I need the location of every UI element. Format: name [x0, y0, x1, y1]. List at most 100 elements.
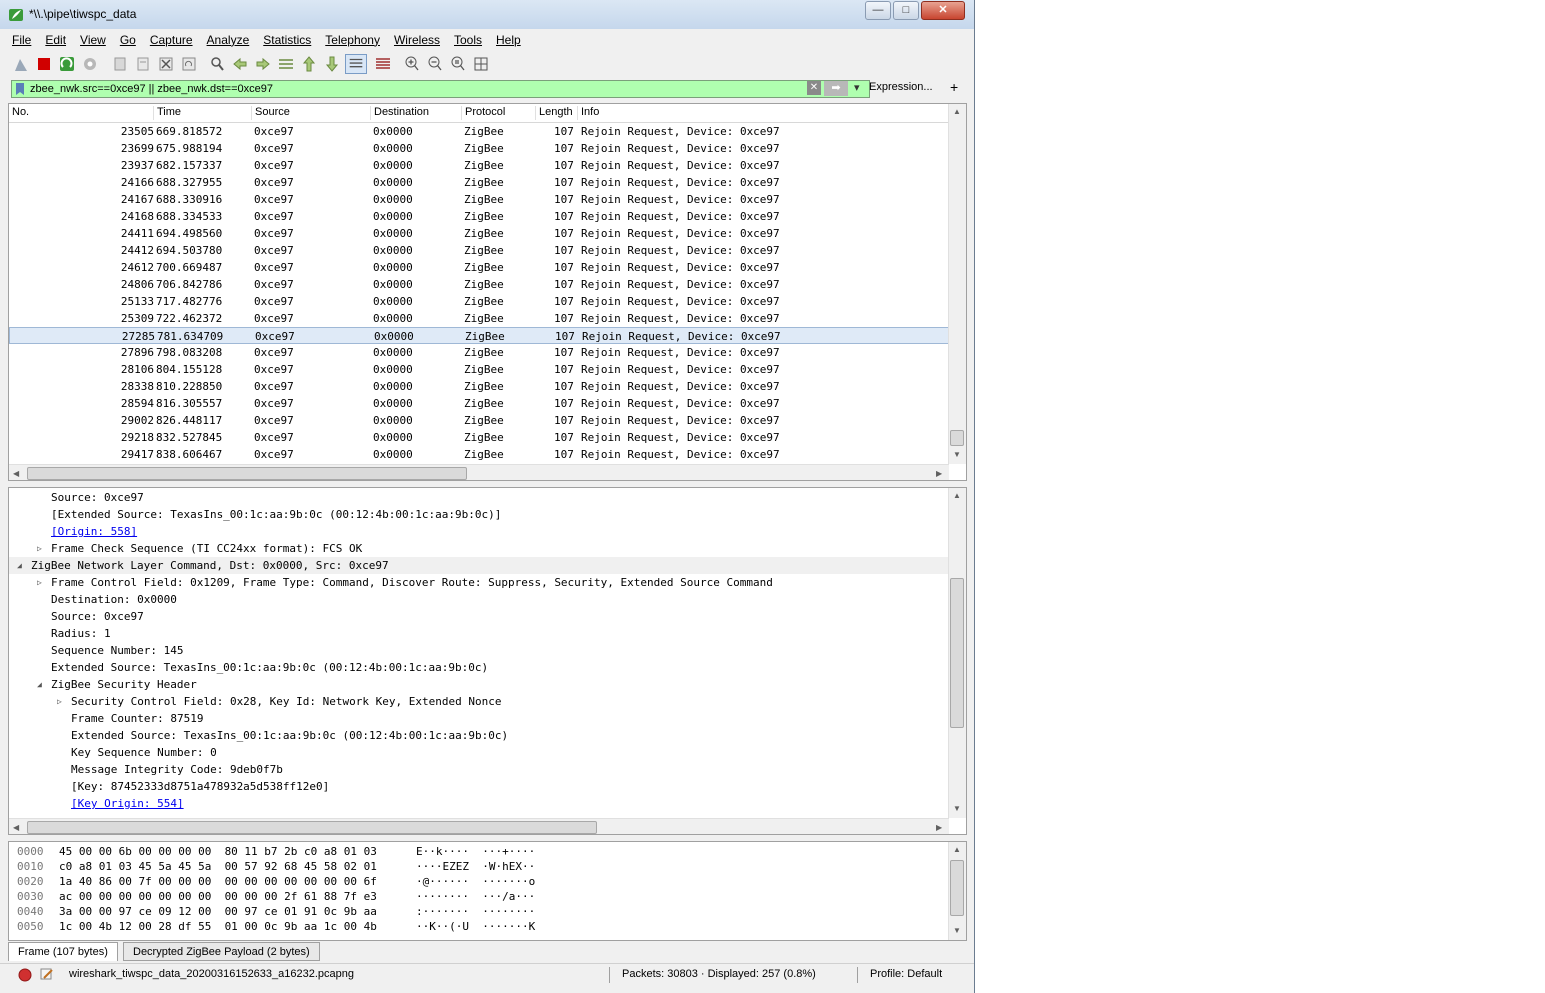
packet-row[interactable]: 29002 826.448117 0xce97 0x0000 ZigBee 107 Rejo…	[9, 412, 949, 429]
packet-row[interactable]: 28594 816.305557 0xce97 0x0000 ZigBee 107 Rejo…	[9, 395, 949, 412]
column-header-info[interactable]: Info	[578, 106, 948, 120]
detail-tree-item[interactable]: Sequence Number: 145	[9, 642, 949, 659]
clear-filter-icon[interactable]: ✕	[807, 81, 821, 95]
menu-capture[interactable]: Capture	[146, 31, 197, 49]
menu-file[interactable]: File	[8, 31, 35, 49]
add-filter-button[interactable]: +	[950, 79, 958, 95]
detail-tree-item[interactable]: Radius: 1	[9, 625, 949, 642]
last-packet-icon[interactable]	[323, 55, 341, 73]
packet-row[interactable]: 23505 669.818572 0xce97 0x0000 ZigBee 107 Rejo…	[9, 123, 949, 140]
scroll-down-icon[interactable]: ▼	[953, 450, 961, 459]
packet-list-hscroll[interactable]: ◀ ▶	[9, 464, 949, 480]
packet-row[interactable]: 24167 688.330916 0xce97 0x0000 ZigBee 107 Rejo…	[9, 191, 949, 208]
shark-fin-start-icon[interactable]	[12, 55, 30, 73]
stop-capture-icon[interactable]	[35, 55, 53, 73]
menu-edit[interactable]: Edit	[41, 31, 70, 49]
open-file-icon[interactable]	[111, 55, 129, 73]
packet-row[interactable]: 25309 722.462372 0xce97 0x0000 ZigBee 107 Rejo…	[9, 310, 949, 327]
go-to-packet-icon[interactable]	[277, 55, 295, 73]
collapse-arrow-icon[interactable]: ◢	[17, 557, 22, 574]
packet-row[interactable]: 24412 694.503780 0xce97 0x0000 ZigBee 107 Rejo…	[9, 242, 949, 259]
zoom-out-icon[interactable]	[426, 55, 444, 73]
detail-tree-item[interactable]: ▷ Frame Control Field: 0x1209, Frame Type…	[9, 574, 949, 591]
resize-columns-icon[interactable]	[472, 55, 490, 73]
scroll-thumb[interactable]	[950, 430, 964, 446]
column-header-length[interactable]: Length	[536, 106, 578, 120]
restart-capture-icon[interactable]	[58, 55, 76, 73]
capture-comment-icon[interactable]	[40, 967, 54, 981]
packet-row[interactable]: 27285 781.634709 0xce97 0x0000 ZigBee 107 Rejo…	[9, 327, 949, 344]
apply-filter-icon[interactable]: ➡	[824, 81, 848, 96]
menu-analyze[interactable]: Analyze	[203, 31, 254, 49]
detail-tree-item[interactable]: Key Sequence Number: 0	[9, 744, 949, 761]
column-header-source[interactable]: Source	[252, 106, 371, 120]
detail-tree-item[interactable]: [Key Origin: 554]	[9, 795, 949, 812]
detail-link[interactable]: [Origin: 558]	[51, 523, 137, 540]
first-packet-icon[interactable]	[300, 55, 318, 73]
expert-info-icon[interactable]	[18, 968, 32, 982]
packet-row[interactable]: 27896 798.083208 0xce97 0x0000 ZigBee 107 Rejo…	[9, 344, 949, 361]
detail-link[interactable]: [Key Origin: 554]	[71, 795, 184, 812]
close-button[interactable]: ✕	[921, 1, 965, 20]
scroll-up-icon[interactable]: ▲	[953, 107, 961, 116]
scroll-down-icon[interactable]: ▼	[953, 926, 961, 935]
column-header-no[interactable]: No.	[9, 106, 154, 120]
maximize-button[interactable]: □	[893, 1, 919, 20]
detail-tree-item[interactable]: ▷ Security Control Field: 0x28, Key Id: N…	[9, 693, 949, 710]
detail-tree-item[interactable]: Source: 0xce97	[9, 608, 949, 625]
detail-tree-item[interactable]: Destination: 0x0000	[9, 591, 949, 608]
scroll-thumb[interactable]	[950, 578, 964, 728]
detail-tree-item[interactable]: ▷ Frame Check Sequence (TI CC24xx format)…	[9, 540, 949, 557]
packet-list-vscroll[interactable]: ▲ ▼	[948, 104, 966, 464]
detail-tree-item[interactable]: Frame Counter: 87519	[9, 710, 949, 727]
scroll-up-icon[interactable]: ▲	[953, 491, 961, 500]
expand-arrow-icon[interactable]: ▷	[37, 574, 42, 591]
detail-tree-item[interactable]: ◢ ZigBee Security Header	[9, 676, 949, 693]
detail-tree-item[interactable]: Source: 0xce97	[9, 489, 949, 506]
save-file-icon[interactable]	[134, 55, 152, 73]
packet-row[interactable]: 24411 694.498560 0xce97 0x0000 ZigBee 107 Rejo…	[9, 225, 949, 242]
packet-row[interactable]: 24806 706.842786 0xce97 0x0000 ZigBee 107 Rejo…	[9, 276, 949, 293]
menu-statistics[interactable]: Statistics	[259, 31, 315, 49]
column-header-protocol[interactable]: Protocol	[462, 106, 536, 120]
packet-row[interactable]: 29218 832.527845 0xce97 0x0000 ZigBee 107 Rejo…	[9, 429, 949, 446]
menu-go[interactable]: Go	[116, 31, 140, 49]
hscroll-thumb[interactable]	[27, 821, 597, 834]
details-hscroll[interactable]: ◀ ▶	[9, 818, 949, 834]
menu-help[interactable]: Help	[492, 31, 525, 49]
find-packet-icon[interactable]	[208, 55, 226, 73]
detail-tree-item[interactable]: [Key: 87452333d8751a478932a5d538ff12e0]	[9, 778, 949, 795]
expand-arrow-icon[interactable]: ▷	[37, 540, 42, 557]
scroll-up-icon[interactable]: ▲	[953, 845, 961, 854]
display-filter-input[interactable]	[30, 81, 790, 97]
expression-button[interactable]: Expression...	[869, 81, 933, 93]
filter-history-dropdown-icon[interactable]: ▾	[854, 81, 860, 94]
scroll-left-icon[interactable]: ◀	[13, 823, 19, 832]
go-forward-icon[interactable]	[254, 55, 272, 73]
menu-wireless[interactable]: Wireless	[390, 31, 444, 49]
close-file-icon[interactable]	[157, 55, 175, 73]
scroll-thumb[interactable]	[950, 860, 964, 916]
menu-view[interactable]: View	[76, 31, 110, 49]
packet-row[interactable]: 24612 700.669487 0xce97 0x0000 ZigBee 107 Rejo…	[9, 259, 949, 276]
column-header-destination[interactable]: Destination	[371, 106, 462, 120]
packet-row[interactable]: 28338 810.228850 0xce97 0x0000 ZigBee 107 Rejo…	[9, 378, 949, 395]
scroll-left-icon[interactable]: ◀	[13, 469, 19, 478]
packet-row[interactable]: 28106 804.155128 0xce97 0x0000 ZigBee 107 Rejo…	[9, 361, 949, 378]
packet-row[interactable]: 24166 688.327955 0xce97 0x0000 ZigBee 107 Rejo…	[9, 174, 949, 191]
normal-size-icon[interactable]	[449, 55, 467, 73]
zoom-in-icon[interactable]	[403, 55, 421, 73]
column-header-time[interactable]: Time	[154, 106, 252, 120]
collapse-arrow-icon[interactable]: ◢	[37, 676, 42, 693]
menu-telephony[interactable]: Telephony	[321, 31, 384, 49]
detail-tree-item[interactable]: Extended Source: TexasIns_00:1c:aa:9b:0c…	[9, 727, 949, 744]
expand-arrow-icon[interactable]: ▷	[57, 693, 62, 710]
bytes-vscroll[interactable]: ▲ ▼	[948, 842, 966, 940]
detail-tree-item[interactable]: [Origin: 558]	[9, 523, 949, 540]
packet-row[interactable]: 23699 675.988194 0xce97 0x0000 ZigBee 107 Rejo…	[9, 140, 949, 157]
scroll-right-icon[interactable]: ▶	[936, 823, 942, 832]
menu-tools[interactable]: Tools	[450, 31, 486, 49]
detail-tree-item[interactable]: Extended Source: TexasIns_00:1c:aa:9b:0c…	[9, 659, 949, 676]
packet-row[interactable]: 24168 688.334533 0xce97 0x0000 ZigBee 107 Rejo…	[9, 208, 949, 225]
tab-frame-bytes[interactable]: Frame (107 bytes)	[8, 942, 118, 961]
